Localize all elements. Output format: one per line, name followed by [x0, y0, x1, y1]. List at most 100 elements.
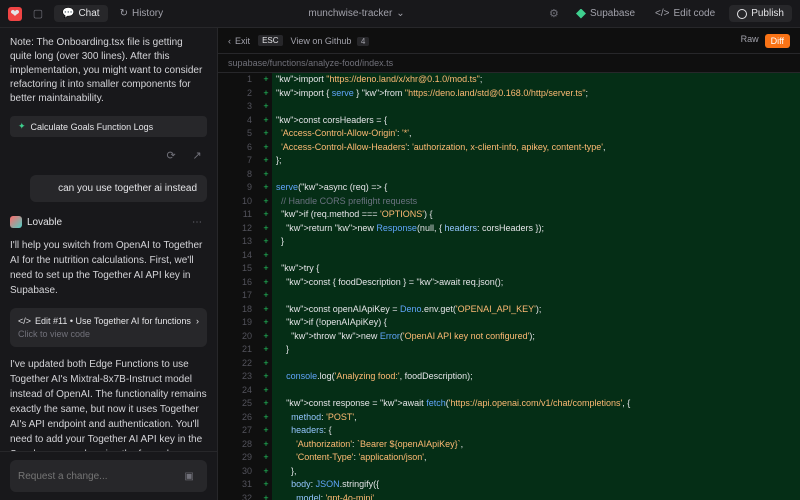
diff-marker: +: [260, 411, 272, 425]
more-icon[interactable]: ⋯: [187, 212, 207, 232]
supabase-icon: [576, 9, 586, 19]
file-path: supabase/functions/analyze-food/index.ts: [218, 54, 800, 73]
diff-marker: +: [260, 222, 272, 236]
diff-marker: +: [260, 343, 272, 357]
image-icon[interactable]: ▣: [179, 466, 199, 486]
logo-icon[interactable]: ❤: [8, 7, 22, 21]
line-content: headers: {: [272, 424, 800, 438]
diff-marker: +: [260, 235, 272, 249]
edit-code-label: Edit code: [673, 8, 715, 19]
raw-button[interactable]: Raw: [741, 34, 759, 48]
exit-button[interactable]: ‹ Exit: [228, 36, 250, 46]
line-number: 16: [218, 276, 260, 290]
external-link-icon[interactable]: ↗: [187, 145, 207, 165]
line-number: 1: [218, 73, 260, 87]
line-number: 8: [218, 168, 260, 182]
diff-marker: +: [260, 451, 272, 465]
supabase-button[interactable]: Supabase: [570, 5, 641, 22]
history-button[interactable]: ↻ History: [114, 5, 170, 22]
line-number: 23: [218, 370, 260, 384]
chevron-down-icon: ⌄: [396, 8, 404, 19]
code-line: 19+ "kw">if (!openAIApiKey) {: [218, 316, 800, 330]
line-content: "kw">throw "kw">new Error('OpenAI API ke…: [272, 330, 800, 344]
settings-icon[interactable]: ⚙: [544, 4, 564, 24]
refresh-icon[interactable]: ⟳: [161, 145, 181, 165]
code-line: 3+: [218, 100, 800, 114]
diff-marker: +: [260, 73, 272, 87]
code-line: 12+ "kw">return "kw">new Response(null, …: [218, 222, 800, 236]
ai-name: Lovable: [27, 217, 62, 228]
project-selector[interactable]: munchwise-tracker ⌄: [169, 8, 544, 19]
diff-marker: +: [260, 154, 272, 168]
diff-marker: +: [260, 127, 272, 141]
diff-button[interactable]: Diff: [765, 34, 790, 48]
code-line: 22+: [218, 357, 800, 371]
code-line: 1+"kw">import "https://deno.land/x/xhr@0…: [218, 73, 800, 87]
code-panel: ‹ Exit ESC View on Github 4 Raw Diff sup…: [218, 28, 800, 500]
line-content: "kw">try {: [272, 262, 800, 276]
chat-tab[interactable]: 💬 Chat: [54, 5, 108, 22]
lovable-icon: [10, 216, 22, 228]
line-content: "kw">if (req.method === 'OPTIONS') {: [272, 208, 800, 222]
line-content: [272, 357, 800, 371]
ai-message: I've updated both Edge Functions to use …: [10, 357, 207, 451]
code-line: 10+ // Handle CORS preflight requests: [218, 195, 800, 209]
line-content: "kw">return "kw">new Response(null, { he…: [272, 222, 800, 236]
code-line: 21+ }: [218, 343, 800, 357]
edit-block[interactable]: </> Edit #11 • Use Together AI for funct…: [10, 308, 207, 347]
code-line: 5+ 'Access-Control-Allow-Origin': '*',: [218, 127, 800, 141]
assistant-note: Note: The Onboarding.tsx file is getting…: [10, 36, 207, 106]
line-content: [272, 249, 800, 263]
code-line: 32+ model: 'gpt-4o-mini',: [218, 492, 800, 500]
topbar: ❤ ▢ 💬 Chat ↻ History munchwise-tracker ⌄…: [0, 0, 800, 28]
code-line: 20+ "kw">throw "kw">new Error('OpenAI AP…: [218, 330, 800, 344]
line-number: 26: [218, 411, 260, 425]
publish-button[interactable]: Publish: [729, 5, 792, 22]
diff-marker: +: [260, 262, 272, 276]
line-content: model: 'gpt-4o-mini',: [272, 492, 800, 500]
line-content: [272, 384, 800, 398]
line-number: 12: [218, 222, 260, 236]
code-line: 25+ "kw">const response = "kw">await fet…: [218, 397, 800, 411]
diff-marker: +: [260, 276, 272, 290]
line-content: [272, 168, 800, 182]
ai-message-header: Lovable ⋯: [10, 212, 207, 232]
file-count-badge: 4: [357, 37, 369, 46]
line-number: 20: [218, 330, 260, 344]
line-content: "kw">if (!openAIApiKey) {: [272, 316, 800, 330]
code-line: 11+ "kw">if (req.method === 'OPTIONS') {: [218, 208, 800, 222]
spark-icon: ✦: [18, 121, 26, 132]
code-body[interactable]: 1+"kw">import "https://deno.land/x/xhr@0…: [218, 73, 800, 500]
line-content: body: JSON.stringify({: [272, 478, 800, 492]
line-number: 7: [218, 154, 260, 168]
code-line: 28+ 'Authorization': `Bearer ${openAIApi…: [218, 438, 800, 452]
sidebar-toggle-icon[interactable]: ▢: [28, 4, 48, 24]
diff-marker: +: [260, 114, 272, 128]
code-line: 2+"kw">import { serve } "kw">from "https…: [218, 87, 800, 101]
publish-label: Publish: [751, 8, 784, 19]
chevron-left-icon: ‹: [228, 36, 231, 46]
line-content: }: [272, 343, 800, 357]
diff-marker: +: [260, 384, 272, 398]
calc-goals-log-link[interactable]: ✦ Calculate Goals Function Logs: [10, 116, 207, 137]
line-number: 19: [218, 316, 260, 330]
code-line: 17+: [218, 289, 800, 303]
edit-code-button[interactable]: </> Edit code: [647, 5, 723, 22]
line-content: method: 'POST',: [272, 411, 800, 425]
code-line: 8+: [218, 168, 800, 182]
line-number: 31: [218, 478, 260, 492]
chat-input[interactable]: [18, 471, 179, 482]
code-line: 24+: [218, 384, 800, 398]
supabase-label: Supabase: [590, 8, 635, 19]
github-link[interactable]: View on Github 4: [291, 36, 370, 46]
line-content: "kw">import "https://deno.land/x/xhr@0.1…: [272, 73, 800, 87]
line-number: 22: [218, 357, 260, 371]
diff-marker: +: [260, 181, 272, 195]
line-content: [272, 289, 800, 303]
line-number: 5: [218, 127, 260, 141]
line-number: 30: [218, 465, 260, 479]
diff-marker: +: [260, 397, 272, 411]
chat-icon: 💬: [62, 8, 74, 19]
line-number: 9: [218, 181, 260, 195]
code-line: 16+ "kw">const { foodDescription } = "kw…: [218, 276, 800, 290]
